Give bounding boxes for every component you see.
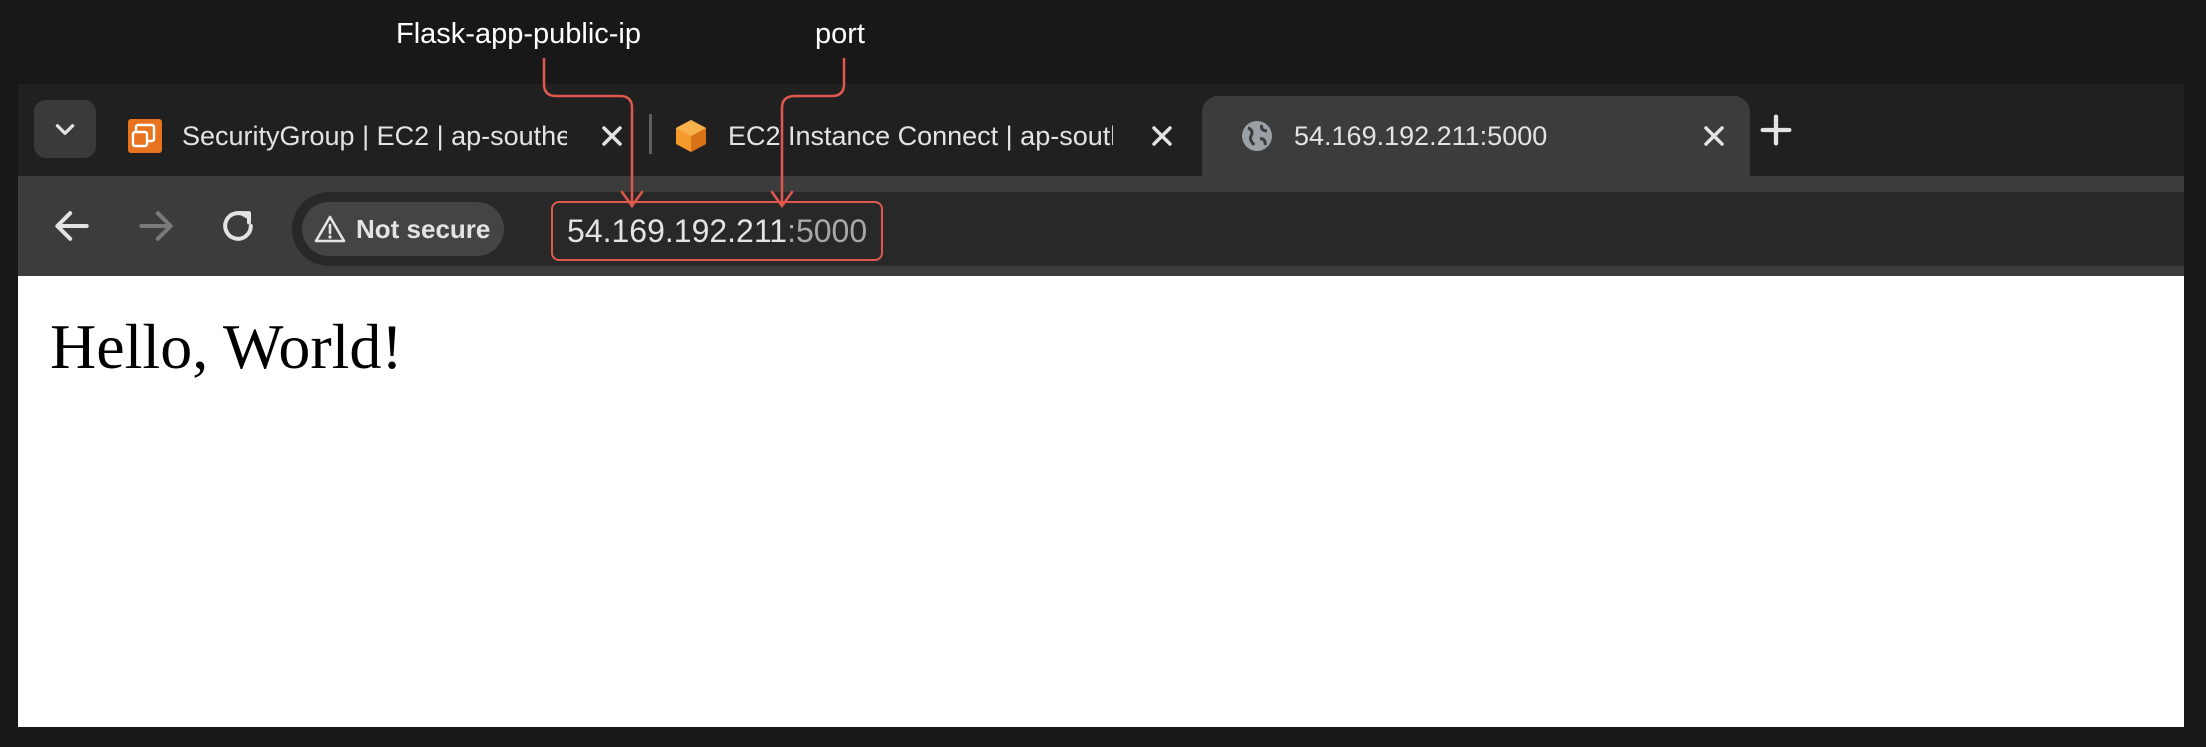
warning-icon bbox=[314, 215, 346, 243]
page-content: Hello, World! bbox=[18, 276, 2184, 727]
aws-ec2-icon bbox=[676, 120, 706, 152]
arrow-right-icon[interactable] bbox=[134, 204, 178, 248]
tab-flask-app[interactable]: 54.169.192.211:5000 bbox=[1202, 96, 1750, 176]
url-text[interactable]: 54.169.192.211:5000 bbox=[551, 201, 884, 261]
address-bar[interactable]: Not secure 54.169.192.211:5000 bbox=[292, 192, 2184, 266]
tab-security-group[interactable]: SecurityGroup | EC2 | ap-southe bbox=[128, 96, 648, 176]
close-icon[interactable] bbox=[596, 120, 628, 152]
reload-icon[interactable] bbox=[216, 204, 260, 248]
annotation-port-label: port bbox=[815, 18, 865, 50]
globe-icon bbox=[1242, 121, 1272, 151]
tab-title: 54.169.192.211:5000 bbox=[1294, 120, 1548, 151]
chevron-down-icon bbox=[55, 124, 75, 135]
tab-title: SecurityGroup | EC2 | ap-southe bbox=[182, 120, 567, 151]
url-host: 54.169.192.211 bbox=[567, 212, 788, 249]
tab-ec2-instance-connect[interactable]: EC2 Instance Connect | ap-south bbox=[674, 96, 1198, 176]
plus-icon[interactable] bbox=[1756, 110, 1796, 150]
tab-title: EC2 Instance Connect | ap-south bbox=[728, 120, 1113, 151]
close-icon[interactable] bbox=[1698, 120, 1730, 152]
url-port: :5000 bbox=[787, 212, 868, 249]
browser-window: SecurityGroup | EC2 | ap-southe EC2 Inst… bbox=[18, 84, 2184, 727]
security-chip[interactable]: Not secure bbox=[302, 202, 504, 256]
page-heading: Hello, World! bbox=[50, 311, 403, 382]
annotation-ip-label: Flask-app-public-ip bbox=[396, 18, 641, 50]
tab-strip: SecurityGroup | EC2 | ap-southe EC2 Inst… bbox=[18, 84, 2184, 176]
security-chip-label: Not secure bbox=[356, 213, 491, 244]
toolbar: Not secure 54.169.192.211:5000 bbox=[18, 176, 2184, 276]
tab-search-button[interactable] bbox=[34, 100, 96, 158]
arrow-left-icon[interactable] bbox=[50, 204, 94, 248]
close-icon[interactable] bbox=[1146, 120, 1178, 152]
aws-security-group-icon bbox=[128, 119, 162, 153]
tab-divider bbox=[649, 114, 652, 154]
